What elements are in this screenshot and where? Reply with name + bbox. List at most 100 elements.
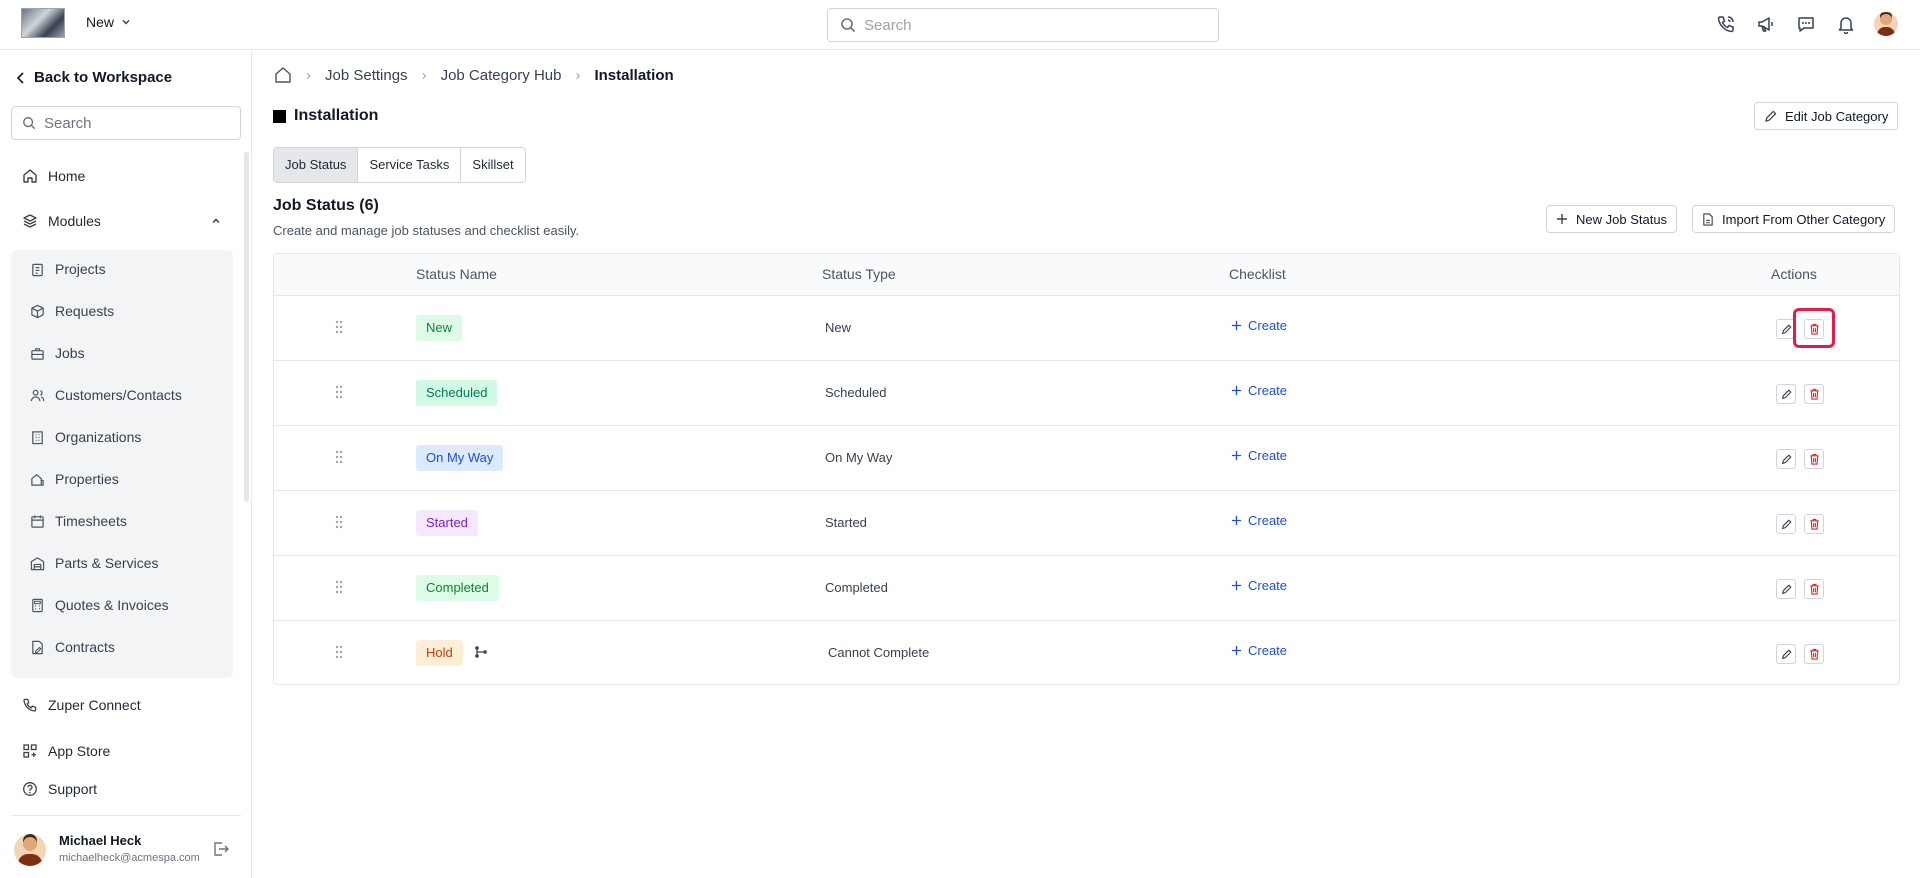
status-badge: Scheduled — [416, 380, 498, 406]
sidebar-item-support[interactable]: Support — [22, 781, 97, 797]
table-row: On My Way On My Way Create — [274, 426, 1899, 491]
sidebar-item-modules[interactable]: Modules — [22, 213, 222, 229]
delete-status-button[interactable] — [1804, 514, 1824, 534]
calendar-icon — [31, 514, 44, 528]
edit-status-button[interactable] — [1776, 579, 1796, 599]
tab-skillset[interactable]: Skillset — [461, 148, 525, 182]
users-icon — [30, 389, 45, 401]
status-badge: Completed — [416, 575, 499, 601]
table-row: Hold Cannot Complete Create — [274, 621, 1899, 684]
sidebar-item-customers-contacts[interactable]: Customers/Contacts — [30, 387, 182, 403]
edit-status-button[interactable] — [1776, 384, 1796, 404]
back-link-label: Back to Workspace — [34, 69, 173, 86]
sidebar-item-home[interactable]: Home — [22, 168, 85, 184]
sidebar-item-label: Customers/Contacts — [55, 387, 182, 403]
sidebar-scrollbar[interactable] — [244, 152, 249, 502]
sidebar-item-parts-services[interactable]: Parts & Services — [30, 555, 158, 571]
global-search[interactable] — [827, 8, 1219, 42]
drag-handle-icon[interactable] — [335, 515, 343, 529]
tab-bar: Job Status Service Tasks Skillset — [273, 147, 526, 183]
sidebar-item-organizations[interactable]: Organizations — [30, 429, 141, 445]
pencil-icon — [1781, 584, 1791, 594]
sidebar-item-label: Properties — [55, 471, 119, 487]
document-icon — [1703, 212, 1713, 226]
create-checklist-link[interactable]: Create — [1231, 318, 1287, 333]
drag-handle-icon[interactable] — [335, 385, 343, 399]
trash-icon — [1809, 388, 1819, 400]
sidebar-search[interactable] — [11, 106, 241, 140]
tab-service-tasks[interactable]: Service Tasks — [358, 148, 462, 182]
tab-job-status[interactable]: Job Status — [274, 148, 359, 182]
logout-icon[interactable] — [212, 840, 230, 858]
user-email: michaelheck@acmespa.com — [59, 852, 200, 864]
create-checklist-link[interactable]: Create — [1231, 578, 1287, 593]
sidebar-item-jobs[interactable]: Jobs — [30, 345, 85, 361]
sidebar-item-projects[interactable]: Projects — [30, 261, 106, 277]
create-checklist-link[interactable]: Create — [1231, 448, 1287, 463]
drag-handle-icon[interactable] — [335, 450, 343, 464]
workflow-icon[interactable] — [474, 645, 488, 659]
column-header: Status Type — [822, 266, 896, 282]
trash-icon — [1809, 583, 1819, 595]
delete-status-button[interactable] — [1804, 644, 1824, 664]
breadcrumb-job-category-hub[interactable]: Job Category Hub — [441, 67, 562, 84]
sidebar-item-quotes-invoices[interactable]: Quotes & Invoices — [30, 597, 169, 613]
apps-icon — [23, 744, 37, 758]
delete-status-button[interactable] — [1804, 579, 1824, 599]
drag-handle-icon[interactable] — [335, 580, 343, 594]
sidebar-item-zuper-connect[interactable]: Zuper Connect — [22, 697, 141, 713]
chevron-left-icon — [16, 71, 24, 84]
create-checklist-link[interactable]: Create — [1231, 643, 1287, 658]
sidebar-item-label: Modules — [48, 213, 101, 229]
user-profile[interactable]: Michael Heck michaelheck@acmespa.com — [14, 830, 239, 870]
search-icon — [841, 18, 856, 33]
edit-status-button[interactable] — [1776, 514, 1796, 534]
home-icon[interactable] — [274, 66, 292, 84]
sidebar-item-label: Quotes & Invoices — [55, 597, 169, 613]
sidebar-item-requests[interactable]: Requests — [30, 303, 114, 319]
user-avatar[interactable] — [1874, 12, 1898, 36]
new-job-status-button[interactable]: New Job Status — [1546, 205, 1678, 233]
warehouse-icon — [30, 556, 45, 570]
page-title: Installation — [273, 107, 378, 125]
company-logo[interactable] — [21, 8, 65, 38]
pencil-icon — [1781, 389, 1791, 399]
drag-handle-icon[interactable] — [335, 645, 343, 659]
delete-status-button[interactable] — [1804, 384, 1824, 404]
breadcrumb-job-settings[interactable]: Job Settings — [325, 67, 408, 84]
create-checklist-link[interactable]: Create — [1231, 383, 1287, 398]
edit-job-category-button[interactable]: Edit Job Category — [1754, 102, 1899, 130]
sidebar-item-label: Support — [48, 781, 98, 797]
global-search-input[interactable] — [864, 16, 1204, 34]
sidebar-item-timesheets[interactable]: Timesheets — [30, 513, 127, 529]
edit-status-button[interactable] — [1776, 644, 1796, 664]
trash-icon — [1809, 453, 1819, 465]
top-actions — [1714, 12, 1898, 36]
button-label: Import From Other Category — [1722, 211, 1886, 227]
sidebar-item-contracts[interactable]: Contracts — [30, 639, 115, 655]
back-to-workspace-link[interactable]: Back to Workspace — [16, 69, 172, 86]
table-row: Completed Completed Create — [274, 556, 1899, 621]
sidebar-item-app-store[interactable]: App Store — [22, 743, 110, 759]
main-content: › Job Settings › Job Category Hub › Inst… — [253, 51, 1920, 878]
bell-icon[interactable] — [1834, 13, 1857, 36]
phone-icon[interactable] — [1714, 13, 1737, 36]
chevron-right-icon: › — [575, 66, 581, 84]
create-checklist-link[interactable]: Create — [1231, 513, 1287, 528]
edit-status-button[interactable] — [1776, 449, 1796, 469]
delete-status-button[interactable] — [1804, 449, 1824, 469]
megaphone-icon[interactable] — [1754, 13, 1777, 36]
sidebar-item-label: Organizations — [55, 429, 142, 445]
drag-handle-icon[interactable] — [335, 320, 343, 334]
table-row: Started Started Create — [274, 491, 1899, 556]
sidebar-search-input[interactable] — [44, 114, 234, 132]
workspace-selector[interactable]: New — [86, 14, 132, 30]
contract-icon — [32, 640, 43, 654]
sidebar-item-properties[interactable]: Properties — [30, 471, 119, 487]
status-type: On My Way — [825, 450, 893, 465]
chat-icon[interactable] — [1794, 13, 1817, 36]
briefcase-icon — [31, 347, 44, 360]
pencil-icon — [1765, 110, 1777, 122]
import-from-category-button[interactable]: Import From Other Category — [1692, 205, 1896, 233]
button-label: New Job Status — [1576, 211, 1668, 227]
